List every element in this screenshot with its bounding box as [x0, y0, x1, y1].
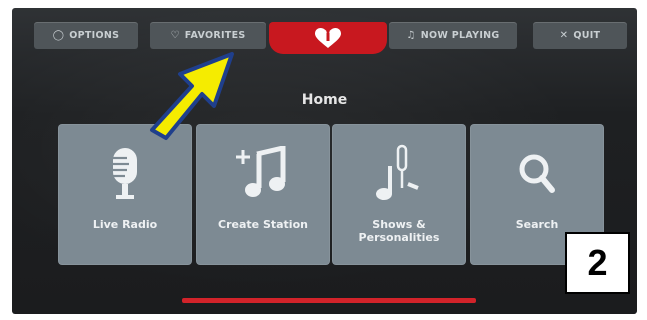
page-title: Home [301, 92, 348, 108]
step-badge: 2 [565, 232, 630, 294]
x-icon: ✕ [559, 30, 569, 41]
music-note-icon: ♫ [406, 30, 416, 41]
iheart-logo [315, 28, 341, 48]
tile-label: Search [515, 218, 559, 231]
options-button[interactable]: ◯ OPTIONS [34, 22, 138, 49]
infotainment-screen: ◯ OPTIONS ♡ FAVORITES ♫ NOW PLAYING ✕ QU… [12, 8, 637, 314]
iheart-logo-tab[interactable] [269, 22, 387, 54]
annotation-arrow-icon [150, 52, 234, 140]
quit-label: QUIT [573, 30, 601, 41]
tile-label: Create Station [218, 218, 308, 231]
add-music-icon [196, 144, 330, 204]
tile-label: Live Radio [92, 218, 158, 231]
options-label: OPTIONS [69, 30, 120, 41]
top-bar: ◯ OPTIONS ♡ FAVORITES ♫ NOW PLAYING ✕ QU… [12, 8, 637, 60]
microphone-icon [58, 144, 192, 204]
quit-button[interactable]: ✕ QUIT [533, 22, 627, 49]
radio-circle-icon: ◯ [52, 30, 65, 41]
now-playing-label: NOW PLAYING [420, 30, 500, 41]
shows-icon [332, 144, 466, 204]
page-indicator-bar [182, 298, 476, 303]
tile-shows-personalities[interactable]: Shows & Personalities [332, 124, 466, 265]
tile-create-station[interactable]: Create Station [196, 124, 330, 265]
tile-label: Shows & Personalities [358, 218, 440, 244]
search-icon [470, 144, 604, 204]
tile-live-radio[interactable]: Live Radio [58, 124, 192, 265]
now-playing-button[interactable]: ♫ NOW PLAYING [389, 22, 517, 49]
